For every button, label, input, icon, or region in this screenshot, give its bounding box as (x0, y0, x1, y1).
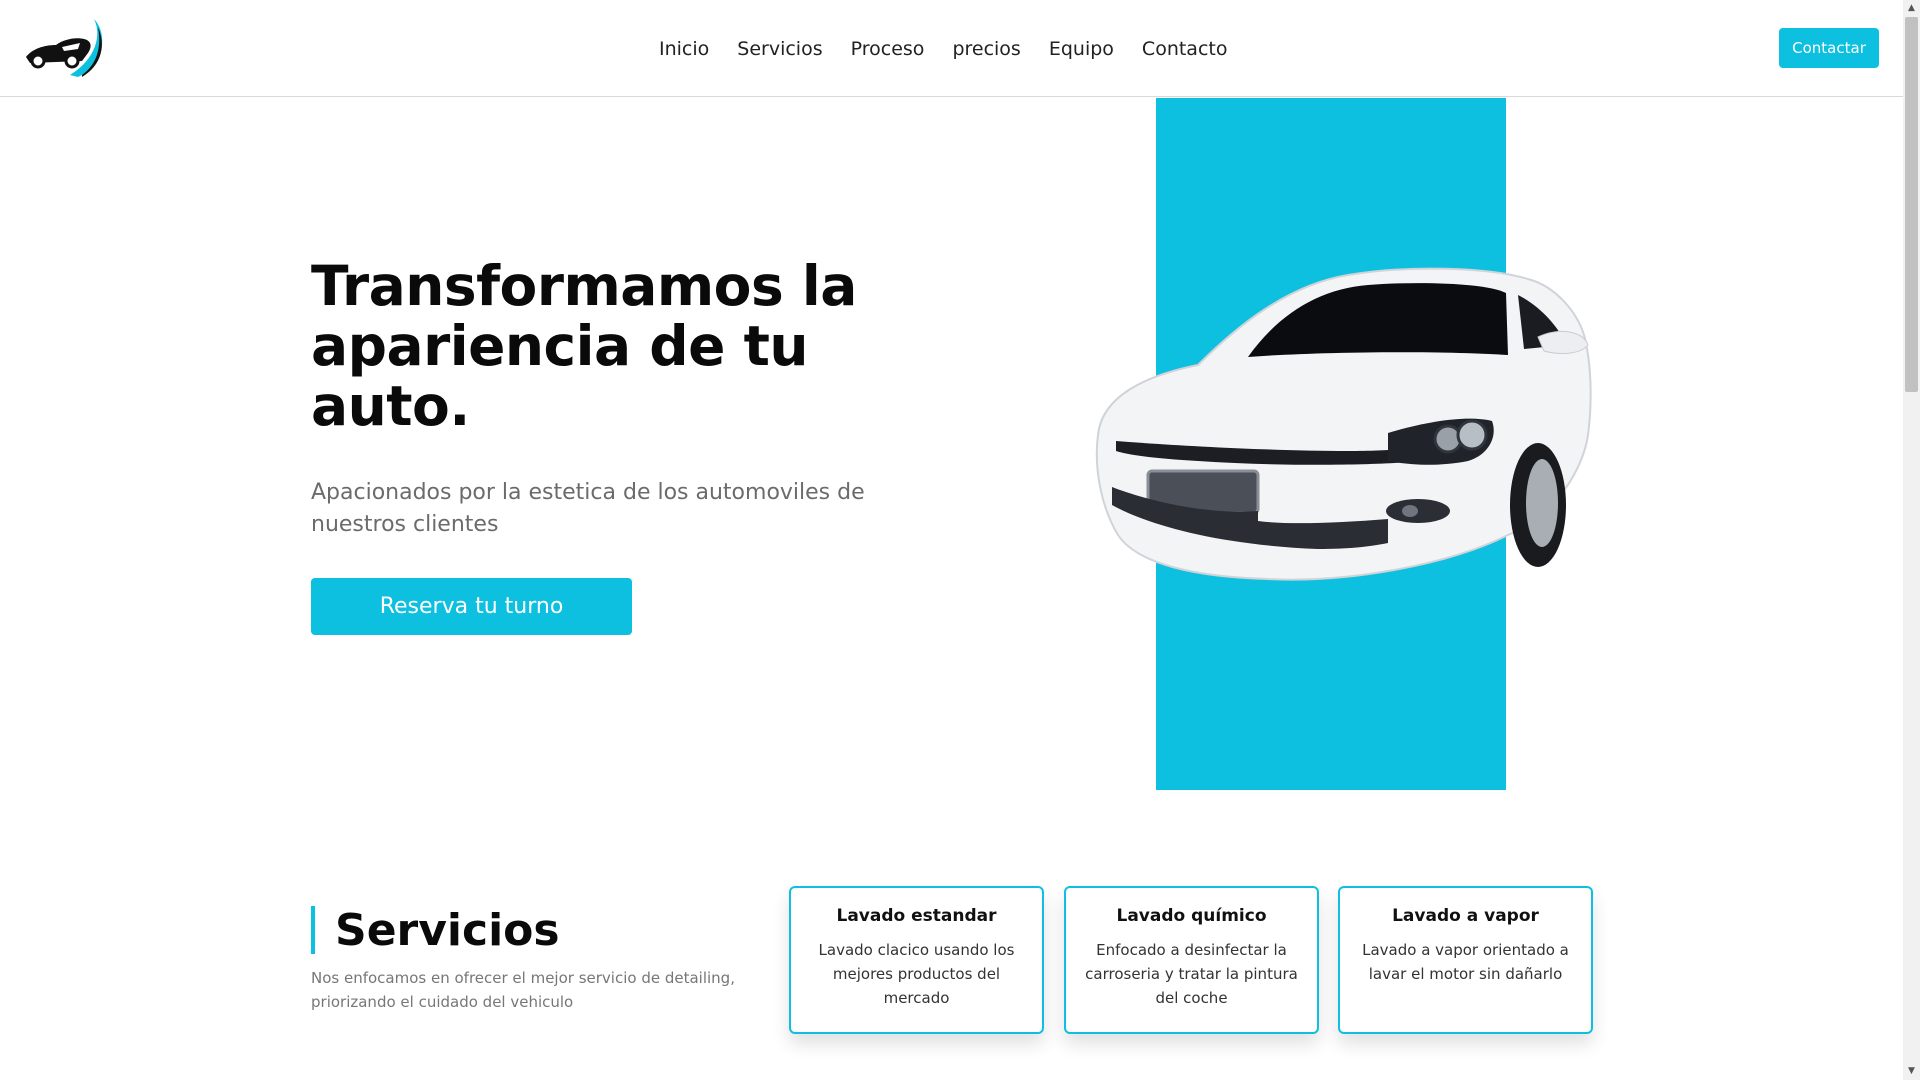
site-header: Inicio Servicios Proceso precios Equipo … (0, 0, 1903, 97)
contact-button[interactable]: Contactar (1779, 28, 1879, 68)
nav-link-servicios[interactable]: Servicios (737, 36, 822, 62)
reserve-button[interactable]: Reserva tu turno (311, 578, 632, 635)
scroll-up-arrow-icon[interactable]: ▲ (1905, 1, 1918, 16)
scroll-down-arrow-icon[interactable]: ▼ (1905, 1064, 1918, 1079)
car-image (1088, 265, 1594, 617)
scrollbar-thumb[interactable] (1905, 17, 1918, 392)
nav-link-equipo[interactable]: Equipo (1049, 36, 1114, 62)
service-card-title: Lavado estandar (836, 906, 997, 926)
service-card[interactable]: Lavado a vapor Lavado a vapor orientado … (1338, 886, 1593, 1034)
service-card[interactable]: Lavado químico Enfocado a desinfectar la… (1064, 886, 1319, 1034)
hero-subtitle: Apacionados por la estetica de los autom… (311, 480, 865, 537)
service-card-title: Lavado a vapor (1392, 906, 1539, 926)
services-title: Servicios (311, 906, 560, 956)
nav-link-inicio[interactable]: Inicio (659, 36, 709, 62)
service-card[interactable]: Lavado estandar Lavado clacico usando lo… (789, 886, 1044, 1034)
service-card-title: Lavado químico (1116, 906, 1267, 926)
service-card-text: Lavado clacico usando los mejores produc… (818, 941, 1015, 1007)
service-card-text: Enfocado a desinfectar la carroseria y t… (1085, 941, 1298, 1007)
service-card-text: Lavado a vapor orientado a lavar el moto… (1362, 941, 1569, 983)
hero-title: Transformamos la apariencia de tu auto. (311, 254, 857, 438)
car-logo-icon[interactable] (22, 15, 107, 79)
services-description: Nos enfocamos en ofrecer el mejor servic… (311, 969, 735, 1011)
main-nav: Inicio Servicios Proceso precios Equipo … (659, 36, 1255, 62)
nav-link-proceso[interactable]: Proceso (851, 36, 925, 62)
nav-link-contacto[interactable]: Contacto (1142, 36, 1228, 62)
nav-link-precios[interactable]: precios (952, 36, 1020, 62)
